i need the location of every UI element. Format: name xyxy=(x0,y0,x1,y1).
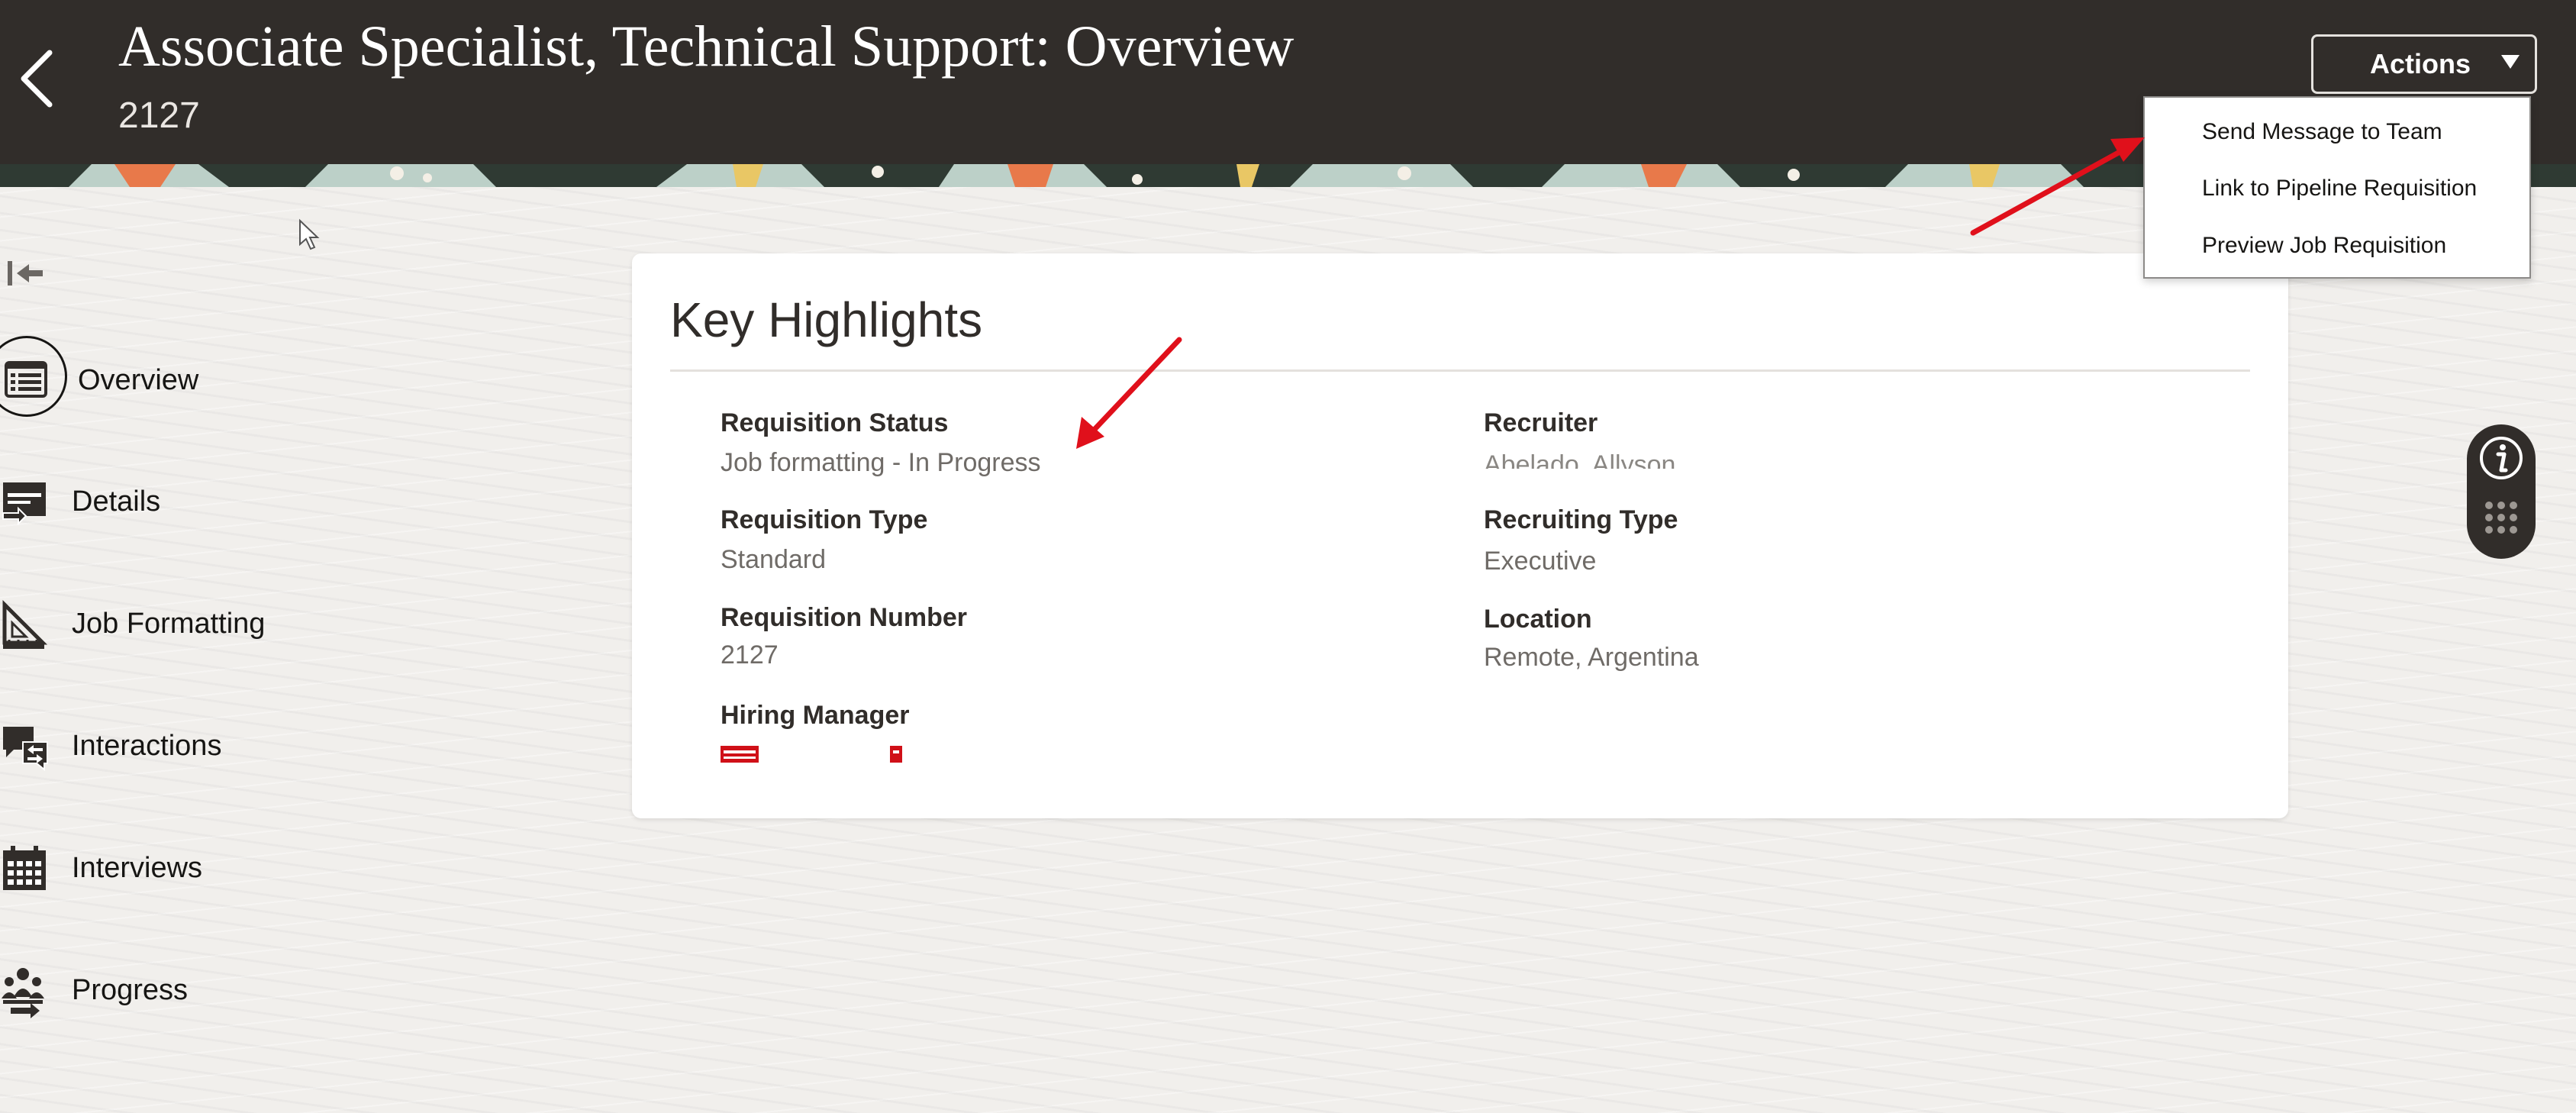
menu-item-send-message[interactable]: Send Message to Team xyxy=(2145,104,2529,159)
menu-item-preview-job[interactable]: Preview Job Requisition xyxy=(2145,218,2529,273)
actions-menu: Send Message to Team Link to Pipeline Re… xyxy=(2143,96,2531,279)
sidebar-item-progress[interactable]: Progress xyxy=(0,948,321,1032)
menu-item-link-pipeline[interactable]: Link to Pipeline Requisition xyxy=(2145,160,2529,215)
chevron-left-icon xyxy=(21,50,53,107)
details-icon xyxy=(2,482,46,526)
chat-icon xyxy=(3,727,48,772)
list-icon xyxy=(5,361,47,398)
sidebar-item-job-formatting[interactable]: Job Formatting xyxy=(0,582,321,666)
info-icon[interactable] xyxy=(2478,435,2524,481)
requisition-number-label: Requisition Number xyxy=(721,603,968,632)
redacted-hiring-manager xyxy=(721,746,902,763)
collapse-left-icon[interactable] xyxy=(6,258,46,292)
requisition-number-value: 2127 xyxy=(721,640,779,669)
recruiter-value: Abelado, Allyson xyxy=(1484,450,1676,469)
sidebar-item-label: Overview xyxy=(78,364,199,396)
sidebar-item-interactions[interactable]: Interactions xyxy=(0,704,321,788)
sidebar-item-label: Job Formatting xyxy=(72,608,266,640)
grid-dots-icon[interactable] xyxy=(2483,499,2520,536)
actions-button[interactable]: Actions xyxy=(2311,34,2537,94)
location-label: Location xyxy=(1484,605,1592,634)
card-divider xyxy=(670,369,2250,372)
location-value: Remote, Argentina xyxy=(1484,643,1699,672)
menu-item-label: Send Message to Team xyxy=(2202,119,2442,144)
sidebar-item-label: Details xyxy=(72,486,161,518)
ruler-icon xyxy=(2,599,48,649)
recruiter-label: Recruiter xyxy=(1484,408,1598,437)
sidebar-item-label: Interactions xyxy=(72,730,222,762)
card-title: Key Highlights xyxy=(670,292,983,347)
recruiting-type-value: Executive xyxy=(1484,547,1597,576)
requisition-type-label: Requisition Type xyxy=(721,505,928,534)
actions-button-label: Actions xyxy=(2369,48,2471,79)
caret-down-icon xyxy=(2501,55,2520,69)
sidebar-item-overview[interactable]: Overview xyxy=(0,338,321,422)
menu-item-label: Preview Job Requisition xyxy=(2202,233,2447,258)
requisition-number-subtitle: 2127 xyxy=(118,95,200,136)
mouse-cursor-icon xyxy=(299,218,320,250)
requisition-status-value: Job formatting - In Progress xyxy=(721,448,1041,477)
hiring-manager-label: Hiring Manager xyxy=(721,701,910,730)
people-icon xyxy=(2,968,44,1018)
calendar-icon xyxy=(3,846,46,890)
sidebar-item-label: Progress xyxy=(72,974,189,1006)
page-title: Associate Specialist, Technical Support:… xyxy=(118,15,1294,79)
requisition-type-value: Standard xyxy=(721,545,826,574)
recruiting-type-label: Recruiting Type xyxy=(1484,505,1678,534)
requisition-status-label: Requisition Status xyxy=(721,408,949,437)
sidebar-item-label: Interviews xyxy=(72,852,203,884)
back-button[interactable] xyxy=(6,42,67,115)
sidebar-item-details[interactable]: Details xyxy=(0,460,321,544)
key-highlights-card: Key Highlights Requisition Status Job fo… xyxy=(632,253,2288,818)
help-widget xyxy=(2467,424,2536,559)
menu-item-label: Link to Pipeline Requisition xyxy=(2202,176,2478,201)
sidebar-item-interviews[interactable]: Interviews xyxy=(0,826,321,910)
